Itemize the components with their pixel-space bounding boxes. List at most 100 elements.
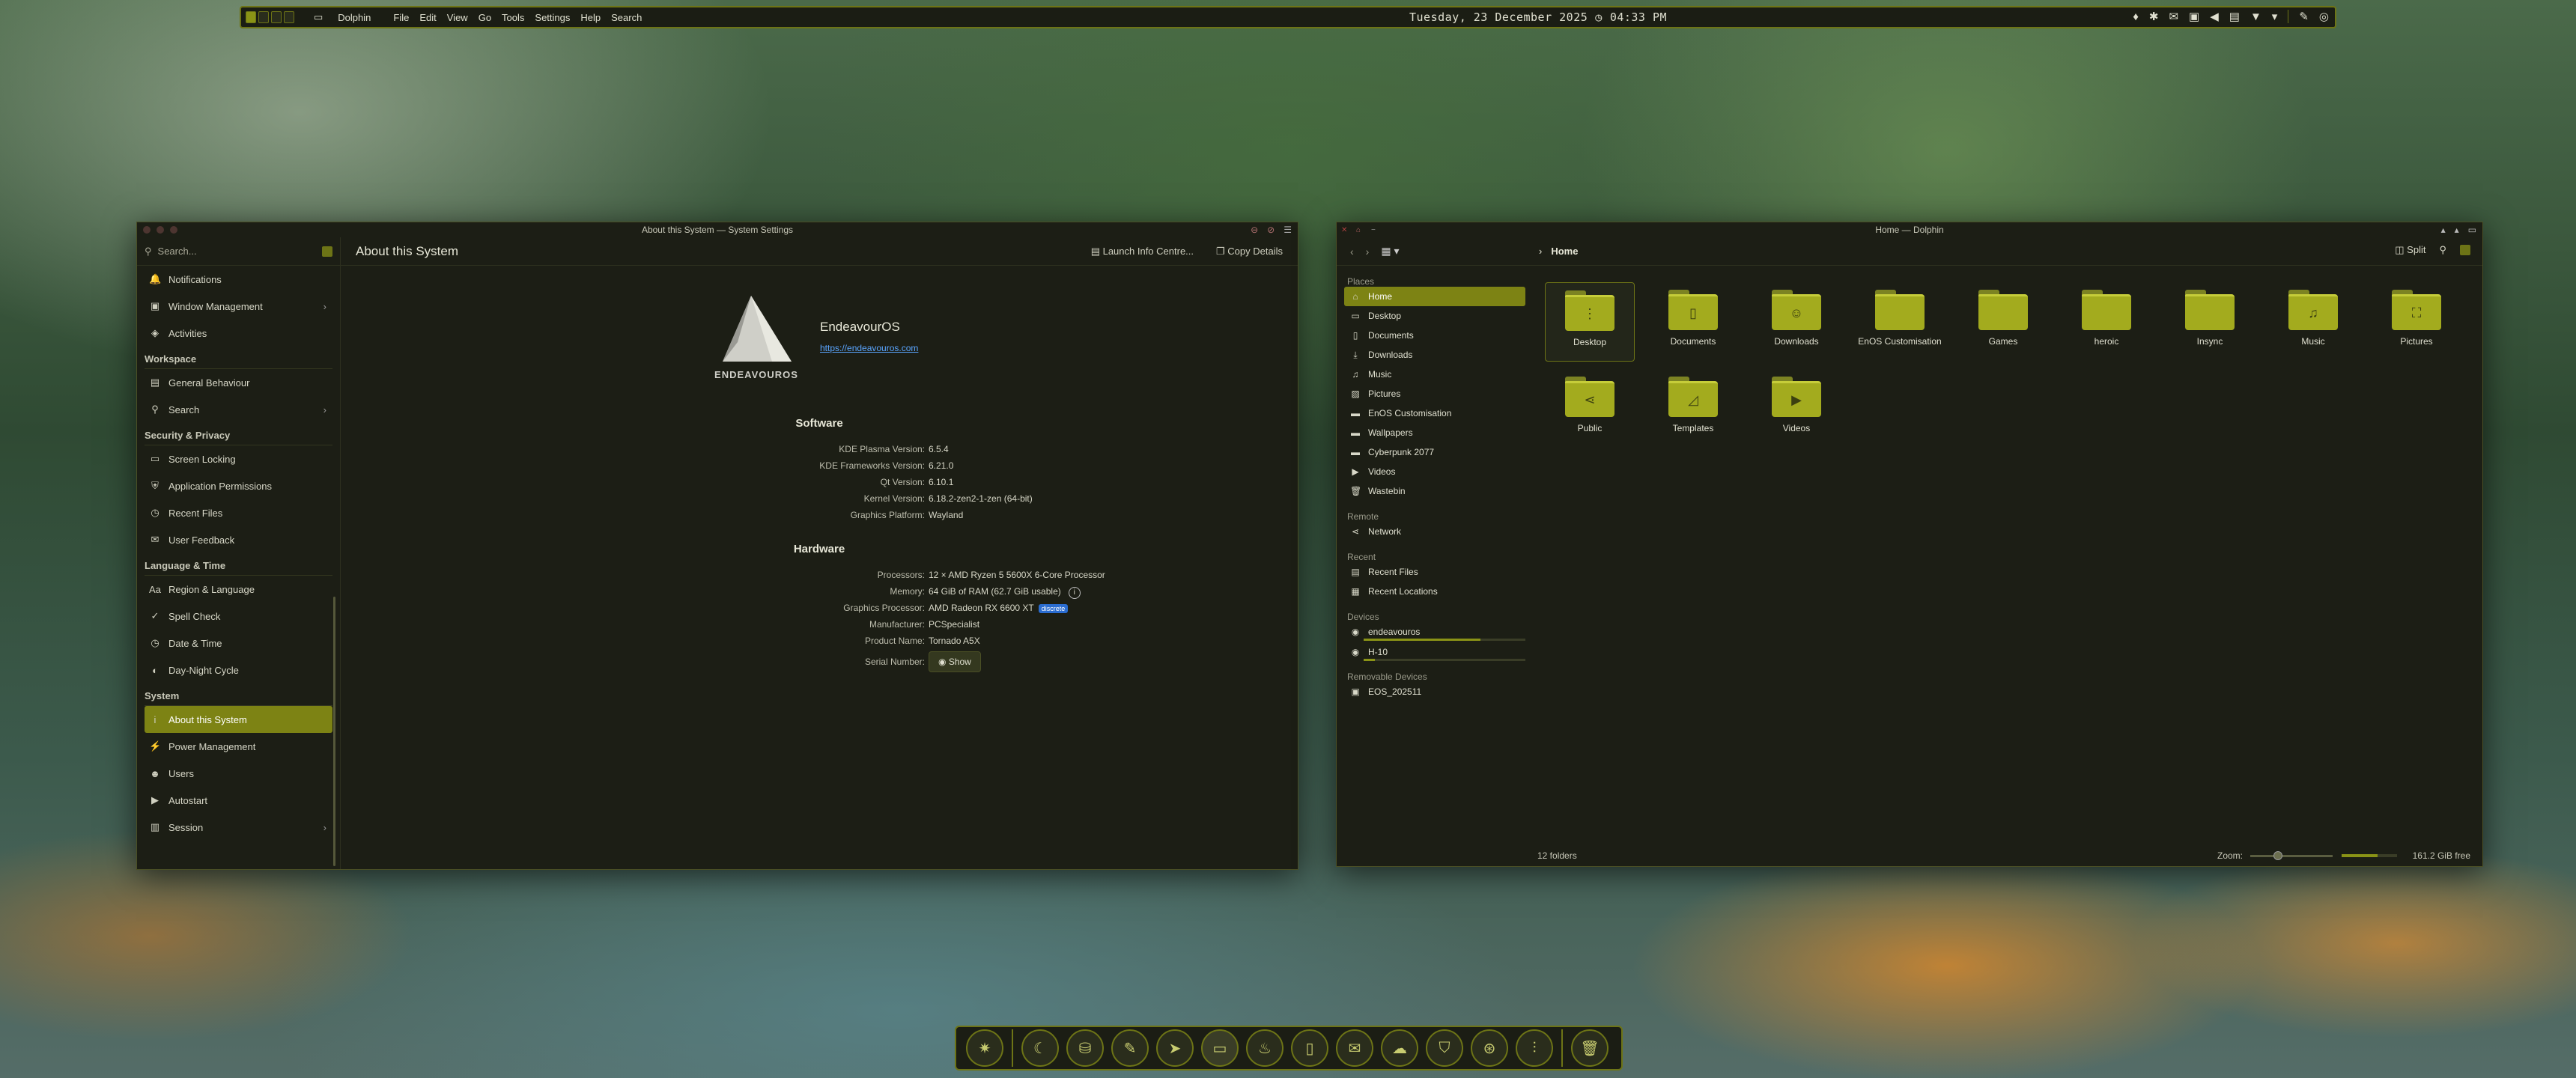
workspace-switcher[interactable] xyxy=(246,11,294,23)
folder-item-pictures[interactable]: ⛶ Pictures xyxy=(2372,282,2461,362)
places-item-recent-files[interactable]: ▤ Recent Files xyxy=(1344,562,1525,582)
menu-go[interactable]: Go xyxy=(479,12,491,23)
places-item-home[interactable]: ⌂ Home xyxy=(1344,287,1525,306)
sidebar-item-region-language[interactable]: Aa Region & Language xyxy=(145,576,332,603)
sidebar-item-session[interactable]: ▥ Session › xyxy=(145,814,332,841)
volume-icon[interactable]: ◀ xyxy=(2210,10,2219,23)
sidebar-item-user-feedback[interactable]: ✉ User Feedback xyxy=(145,526,332,553)
sidebar-item-date-time[interactable]: ◷ Date & Time xyxy=(145,630,332,657)
menu-edit[interactable]: Edit xyxy=(419,12,436,23)
close-icon[interactable]: ☰ xyxy=(1284,225,1292,235)
menu-button[interactable] xyxy=(322,246,332,257)
maximize-icon[interactable]: ▴ xyxy=(2455,225,2459,235)
clipboard-icon[interactable]: ▣ xyxy=(2189,10,2199,23)
places-item-music[interactable]: ♫ Music xyxy=(1344,365,1525,384)
network-icon[interactable]: ▼ xyxy=(2250,10,2261,23)
search-input[interactable]: Search... xyxy=(158,246,197,257)
menu-help[interactable]: Help xyxy=(580,12,601,23)
document-icon[interactable]: ▯ xyxy=(1291,1029,1328,1067)
folder-item-public[interactable]: ⋖ Public xyxy=(1545,369,1635,448)
places-item-pictures[interactable]: ▨ Pictures xyxy=(1344,384,1525,404)
places-item-downloads[interactable]: ⤓ Downloads xyxy=(1344,345,1525,365)
notes-icon[interactable]: ✎ xyxy=(1111,1029,1149,1067)
folder-item-games[interactable]: Games xyxy=(1958,282,2048,362)
view-mode-icon[interactable]: ▦ ▾ xyxy=(1381,245,1399,258)
sidebar-item-activities[interactable]: ◈ Activities xyxy=(145,320,332,347)
folder-item-videos[interactable]: ▶ Videos xyxy=(1752,369,1841,448)
maximize-icon[interactable]: ⊘ xyxy=(1267,225,1275,235)
os-url-link[interactable]: https://endeavouros.com xyxy=(820,343,918,353)
sidebar-item-day-night-cycle[interactable]: ◐ Day-Night Cycle xyxy=(145,657,332,683)
runner-icon[interactable]: ✱ xyxy=(2149,10,2159,23)
zoom-slider[interactable] xyxy=(2273,850,2282,860)
folder-item-desktop[interactable]: ⋮ Desktop xyxy=(1545,282,1635,362)
clock[interactable]: Tuesday, 23 December 2025 ◷ 04:33 PM xyxy=(1409,10,1667,24)
mail-icon[interactable]: ✉ xyxy=(1336,1029,1373,1067)
info-icon[interactable]: i xyxy=(1068,587,1081,599)
sidebar-item-spell-check[interactable]: ✓ Spell Check xyxy=(145,603,332,630)
folder-item-downloads[interactable]: ☺ Downloads xyxy=(1752,282,1841,362)
sidebar-item-screen-locking[interactable]: ▭ Screen Locking xyxy=(145,445,332,472)
places-item-wallpapers[interactable]: ▬ Wallpapers xyxy=(1344,423,1525,442)
folder-item-music[interactable]: ♫ Music xyxy=(2268,282,2358,362)
sidebar-item-search[interactable]: ⚲ Search › xyxy=(145,396,332,423)
store-icon[interactable]: ⛁ xyxy=(1066,1029,1104,1067)
forward-icon[interactable]: › xyxy=(1366,246,1370,258)
split-button[interactable]: ◫ Split xyxy=(2395,244,2425,256)
places-item-cyberpunk-2077[interactable]: ▬ Cyberpunk 2077 xyxy=(1344,442,1525,462)
mail-icon[interactable]: ✉ xyxy=(2169,10,2178,23)
app-launcher-icon[interactable]: ✷ xyxy=(966,1029,1003,1067)
places-item-recent-locations[interactable]: ▦ Recent Locations xyxy=(1344,582,1525,601)
sidebar-item-power-management[interactable]: ⚡ Power Management xyxy=(145,733,332,760)
menu-tools[interactable]: Tools xyxy=(502,12,524,23)
trash-icon[interactable]: 🗑 xyxy=(1571,1029,1609,1067)
sidebar-item-autostart[interactable]: ▶ Autostart xyxy=(145,787,332,814)
night-icon[interactable]: ☾ xyxy=(1021,1029,1059,1067)
folder-item-templates[interactable]: ◿ Templates xyxy=(1648,369,1738,448)
update-icon[interactable]: ▤ xyxy=(2229,10,2240,23)
vpn-icon[interactable]: ⛉ xyxy=(1426,1029,1463,1067)
back-icon[interactable]: ‹ xyxy=(1350,246,1354,258)
folder-item-heroic[interactable]: heroic xyxy=(2062,282,2151,362)
minimize-icon[interactable]: ⊖ xyxy=(1251,225,1258,235)
scrollbar[interactable] xyxy=(333,597,335,866)
places-item-desktop[interactable]: ▭ Desktop xyxy=(1344,306,1525,326)
weather-icon[interactable]: ☁ xyxy=(1381,1029,1418,1067)
folder-item-enos-customisation[interactable]: EnOS Customisation xyxy=(1855,282,1945,362)
menu-settings[interactable]: Settings xyxy=(535,12,570,23)
sidebar-item-notifications[interactable]: 🔔 Notifications xyxy=(145,266,332,293)
places-item-network[interactable]: ⋖ Network xyxy=(1344,522,1525,541)
files-icon[interactable]: ▭ xyxy=(1201,1029,1239,1067)
menu-search[interactable]: Search xyxy=(611,12,642,23)
menu-view[interactable]: View xyxy=(447,12,468,23)
places-item-wastebin[interactable]: 🗑 Wastebin xyxy=(1344,481,1525,501)
sidebar-item-recent-files[interactable]: ◷ Recent Files xyxy=(145,499,332,526)
steam-icon[interactable]: ⊛ xyxy=(1471,1029,1508,1067)
close-icon[interactable]: ▭ xyxy=(2468,225,2476,235)
show-serial-button[interactable]: ◉ Show xyxy=(929,651,981,672)
menu-file[interactable]: File xyxy=(393,12,409,23)
launch-info-centre-button[interactable]: ▤ Launch Info Centre... xyxy=(1091,246,1194,258)
sidebar-item-application-permissions[interactable]: ⛨ Application Permissions xyxy=(145,472,332,499)
places-item-enos-customisation[interactable]: ▬ EnOS Customisation xyxy=(1344,404,1525,423)
flame-icon[interactable]: ♨ xyxy=(1246,1029,1284,1067)
places-item-eos-202511[interactable]: ▣ EOS_202511 xyxy=(1344,682,1525,701)
folder-item-documents[interactable]: ▯ Documents xyxy=(1648,282,1738,362)
search-icon[interactable]: ⚲ xyxy=(2439,244,2446,256)
breadcrumb-home[interactable]: Home xyxy=(1551,246,1578,257)
power-icon[interactable]: ◎ xyxy=(2319,10,2329,23)
telegram-icon[interactable]: ➤ xyxy=(1156,1029,1194,1067)
chevron-down-icon[interactable]: ▾ xyxy=(2272,10,2278,23)
copy-details-button[interactable]: ❐ Copy Details xyxy=(1216,246,1283,258)
sidebar-item-window-management[interactable]: ▣ Window Management › xyxy=(145,293,332,320)
bell-icon[interactable]: ♦ xyxy=(2133,10,2139,23)
places-item-videos[interactable]: ▶ Videos xyxy=(1344,462,1525,481)
sidebar-item-users[interactable]: ☻ Users xyxy=(145,760,332,787)
color-picker-icon[interactable]: ✎ xyxy=(2299,10,2309,23)
folder-item-insync[interactable]: Insync xyxy=(2165,282,2255,362)
sidebar-item-about-this-system[interactable]: i About this System xyxy=(145,706,332,733)
menu-button[interactable] xyxy=(2460,245,2470,255)
zoom-control[interactable]: Zoom: xyxy=(2217,850,2333,861)
minimize-icon[interactable]: ▴ xyxy=(2441,225,2446,235)
places-item-documents[interactable]: ▯ Documents xyxy=(1344,326,1525,345)
